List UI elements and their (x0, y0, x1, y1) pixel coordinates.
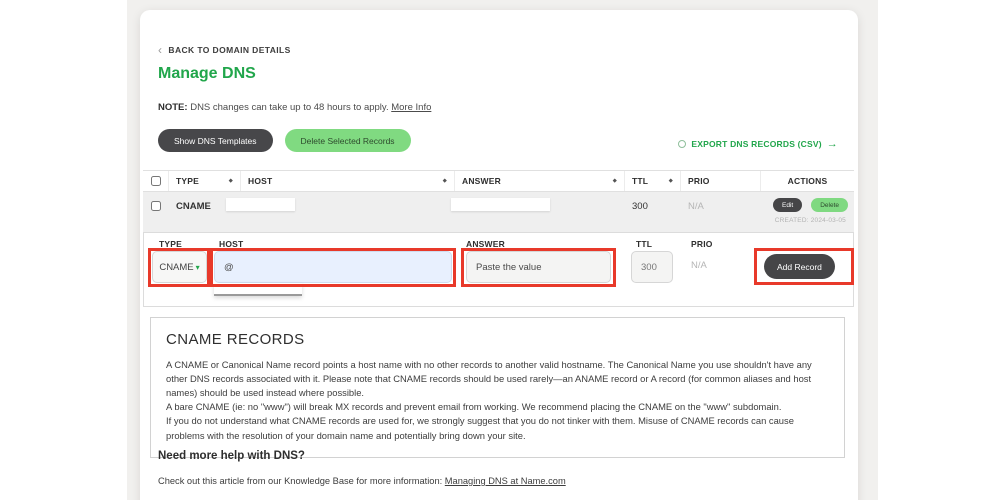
form-host-label: HOST (219, 239, 243, 249)
add-record-button[interactable]: Add Record (764, 254, 835, 279)
header-checkbox-cell (143, 171, 169, 191)
sort-icon[interactable]: ◆ (669, 178, 673, 184)
select-all-checkbox[interactable] (151, 176, 161, 186)
note-text: DNS changes can take up to 48 hours to a… (188, 102, 392, 113)
header-actions: ACTIONS (761, 171, 854, 191)
info-paragraph-1: A CNAME or Canonical Name record points … (166, 358, 829, 400)
header-answer[interactable]: ANSWER ◆ (455, 171, 625, 191)
form-prio-label: PRIO (691, 239, 713, 249)
host-input[interactable] (214, 251, 452, 283)
info-heading: CNAME RECORDS (166, 331, 829, 348)
header-ttl[interactable]: TTL ◆ (625, 171, 681, 191)
more-info-link[interactable]: More Info (391, 102, 431, 113)
back-to-domain-details-link[interactable]: ‹ BACK TO DOMAIN DETAILS (158, 45, 291, 55)
help-text: Check out this article from our Knowledg… (158, 476, 566, 486)
form-type-label: TYPE (159, 239, 182, 249)
header-type-label: TYPE (176, 176, 199, 186)
redacted-answer-value (451, 198, 550, 211)
back-link-label: BACK TO DOMAIN DETAILS (168, 45, 290, 55)
header-host[interactable]: HOST ◆ (241, 171, 455, 191)
header-answer-label: ANSWER (462, 176, 501, 186)
answer-input[interactable] (466, 251, 611, 283)
header-ttl-label: TTL (632, 176, 648, 186)
export-dns-records-link[interactable]: EXPORT DNS RECORDS (CSV) → (678, 138, 838, 150)
table-header-row: TYPE ◆ HOST ◆ ANSWER ◆ TTL ◆ PRIO ACTIONS (143, 170, 854, 192)
ttl-input[interactable] (631, 251, 673, 283)
form-answer-label: ANSWER (466, 239, 505, 249)
record-created-date: CREATED: 2024-03-05 (775, 217, 846, 224)
prio-value: N/A (691, 260, 707, 271)
sort-icon[interactable]: ◆ (443, 178, 447, 184)
page-title: Manage DNS (158, 65, 256, 83)
page-background: ‹ BACK TO DOMAIN DETAILS Manage DNS NOTE… (0, 0, 1000, 500)
host-autocomplete-dropdown (214, 283, 302, 296)
info-paragraph-3: If you do not understand what CNAME reco… (166, 414, 829, 442)
show-dns-templates-button[interactable]: Show DNS Templates (158, 129, 273, 152)
manage-dns-panel: ‹ BACK TO DOMAIN DETAILS Manage DNS NOTE… (140, 10, 858, 500)
cname-records-info: CNAME RECORDS A CNAME or Canonical Name … (150, 317, 845, 458)
header-host-label: HOST (248, 176, 272, 186)
export-label: EXPORT DNS RECORDS (CSV) (691, 139, 821, 149)
info-paragraph-2: A bare CNAME (ie: no "www") will break M… (166, 400, 829, 414)
header-actions-label: ACTIONS (788, 176, 828, 186)
record-checkbox-cell (143, 192, 169, 232)
chevron-left-icon: ‹ (158, 46, 162, 54)
managing-dns-link[interactable]: Managing DNS at Name.com (445, 476, 566, 486)
note-label: NOTE: (158, 102, 188, 113)
help-text-body: Check out this article from our Knowledg… (158, 476, 445, 486)
add-record-form: TYPE HOST ANSWER TTL PRIO CNAME ▾ N/A Ad… (143, 232, 854, 307)
header-prio-label: PRIO (688, 176, 710, 186)
record-ttl: 300 (625, 192, 681, 232)
sort-icon[interactable]: ◆ (613, 178, 617, 184)
sort-icon[interactable]: ◆ (229, 178, 233, 184)
edit-button[interactable]: Edit (773, 198, 802, 212)
record-type-select-value: CNAME (159, 262, 193, 273)
redacted-host-value (226, 198, 295, 211)
dns-records-table: TYPE ◆ HOST ◆ ANSWER ◆ TTL ◆ PRIO ACTIONS CN… (143, 170, 854, 232)
delete-selected-records-button[interactable]: Delete Selected Records (285, 129, 411, 152)
header-type[interactable]: TYPE ◆ (169, 171, 241, 191)
chevron-down-icon: ▾ (196, 263, 200, 272)
form-ttl-label: TTL (636, 239, 652, 249)
header-prio: PRIO (681, 171, 761, 191)
record-action-buttons: Edit Delete (773, 198, 848, 212)
toolbar: Show DNS Templates Delete Selected Recor… (158, 129, 411, 152)
help-heading: Need more help with DNS? (158, 450, 305, 462)
delete-button[interactable]: Delete (811, 198, 848, 212)
record-type-select[interactable]: CNAME ▾ (152, 251, 207, 283)
record-checkbox[interactable] (151, 201, 161, 211)
record-actions-cell: Edit Delete CREATED: 2024-03-05 (761, 192, 854, 232)
arrow-right-icon: → (827, 138, 838, 150)
export-icon (678, 140, 686, 148)
record-prio: N/A (681, 192, 761, 232)
dns-note: NOTE: DNS changes can take up to 48 hour… (158, 102, 431, 113)
dns-record-row: CNAME 300 N/A Edit Delete CREATED: 2024-… (143, 192, 854, 232)
